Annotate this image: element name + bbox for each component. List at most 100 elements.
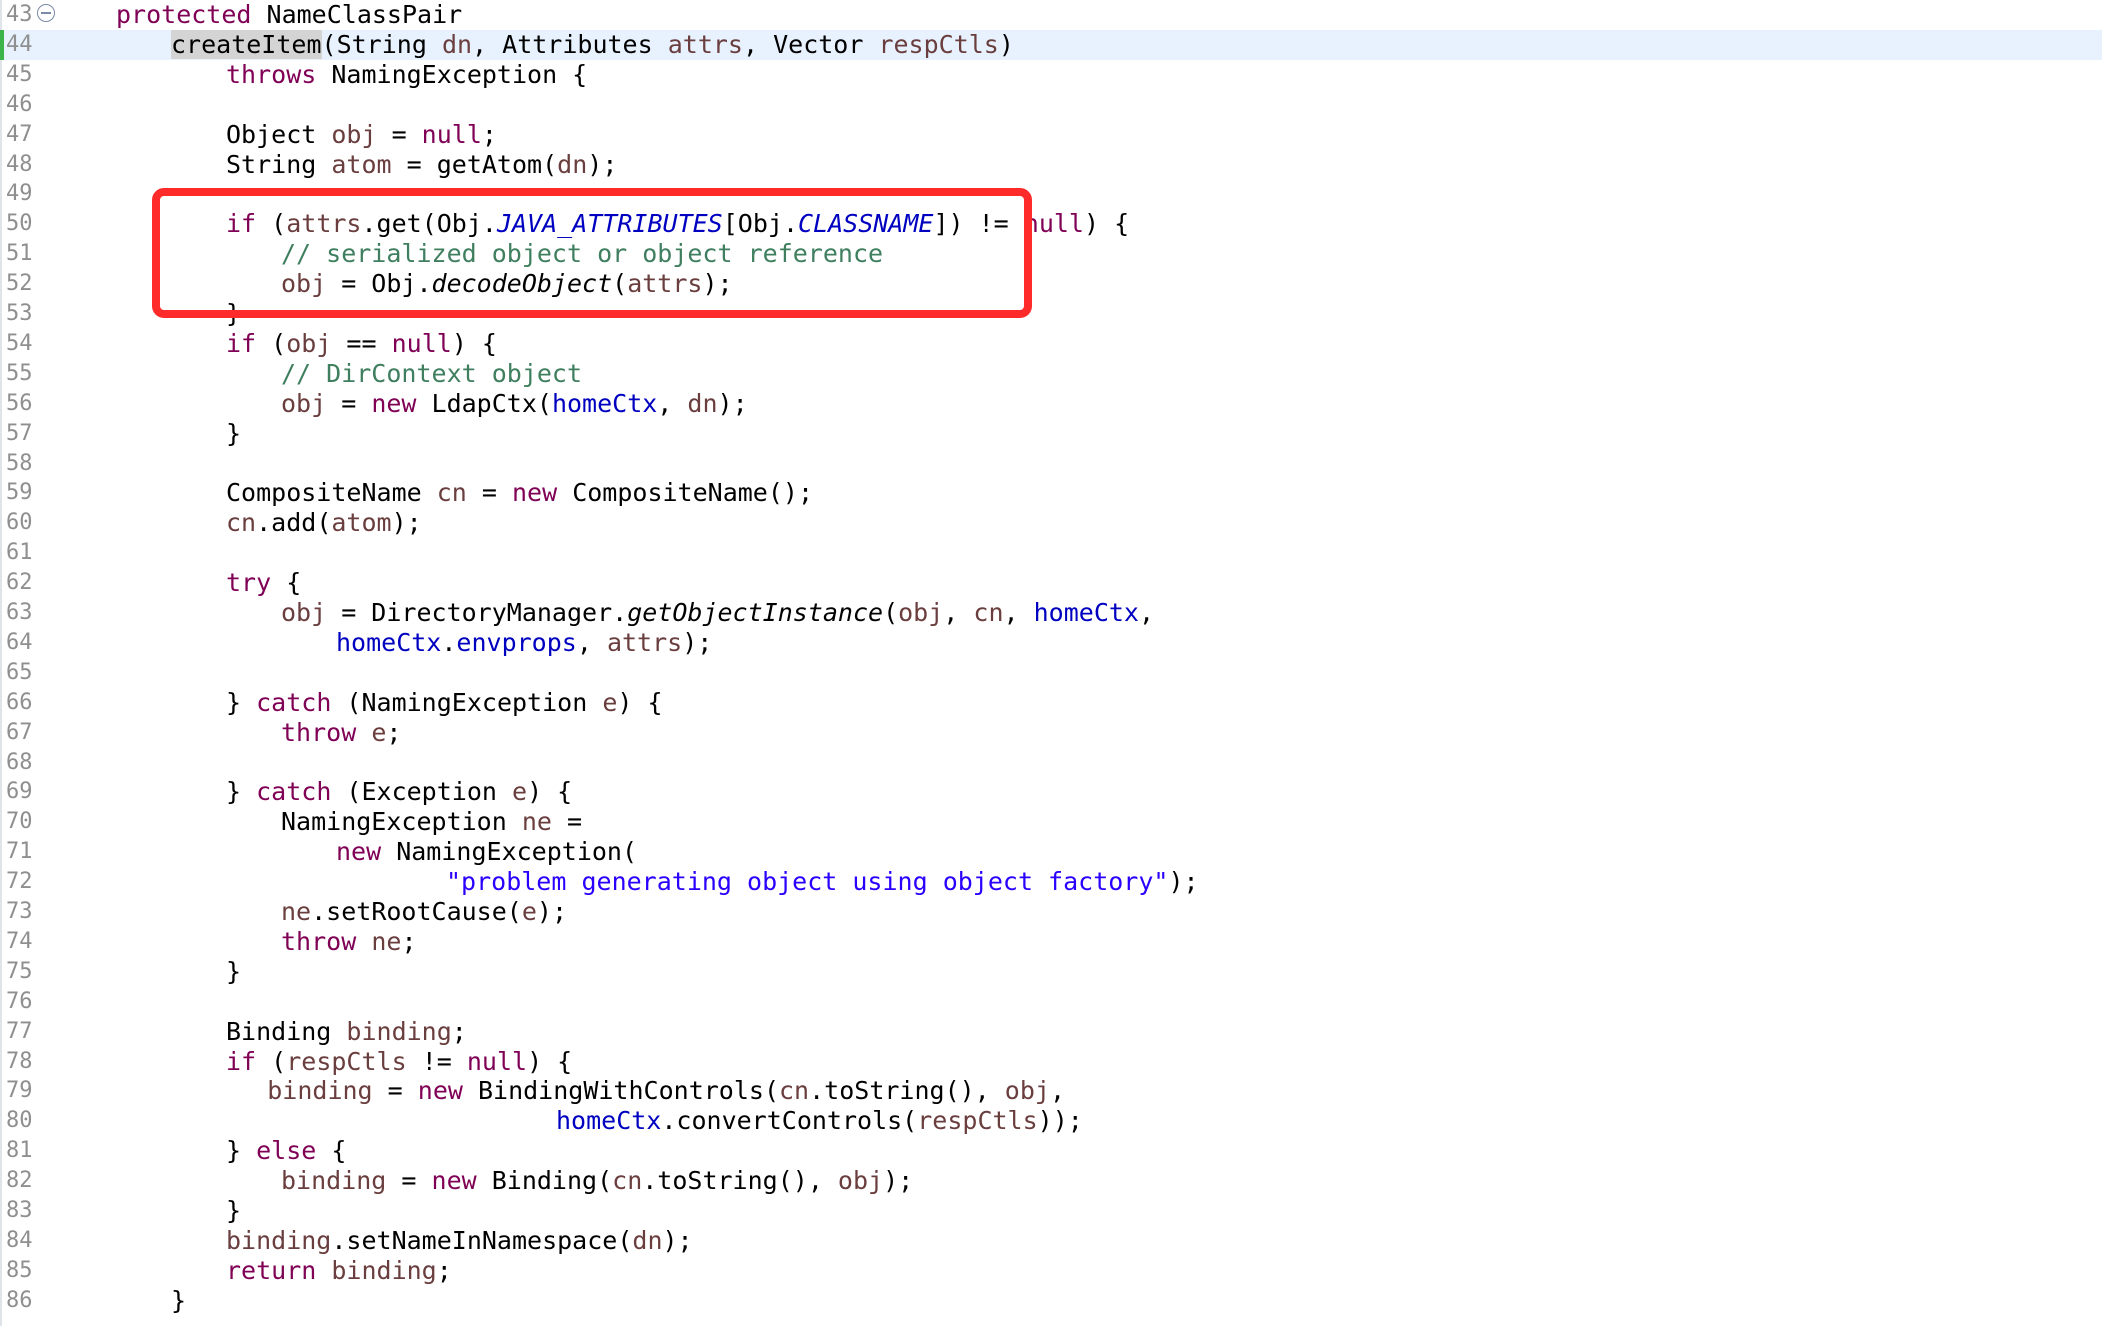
line-number: 71 (6, 839, 33, 865)
code-line[interactable]: 78 if (respCtls != null) { (0, 1047, 2102, 1077)
code-token: .toString(), (809, 1076, 1005, 1106)
code-text[interactable]: } (226, 299, 241, 329)
code-line[interactable]: 71 new NamingException( (0, 837, 2102, 867)
code-line[interactable]: 70 NamingException ne = (0, 807, 2102, 837)
code-line[interactable]: 43 protected NameClassPair (0, 0, 2102, 30)
code-line[interactable]: 58 (0, 449, 2102, 479)
code-line[interactable]: 68 (0, 748, 2102, 778)
code-text[interactable]: "problem generating object using object … (446, 867, 1199, 897)
code-line[interactable]: 76 (0, 987, 2102, 1017)
code-line[interactable]: 59 CompositeName cn = new CompositeName()… (0, 478, 2102, 508)
code-line[interactable]: 72 "problem generating object using objec… (0, 867, 2102, 897)
code-token: cn (436, 478, 467, 508)
code-line[interactable]: 49 (0, 179, 2102, 209)
code-line[interactable]: 64 homeCtx.envprops, attrs); (0, 628, 2102, 658)
code-line[interactable]: 84 binding.setNameInNamespace(dn); (0, 1226, 2102, 1256)
code-token: ; (386, 717, 402, 747)
code-text[interactable]: NamingException ne = (281, 807, 582, 837)
code-line[interactable]: 47 Object obj = null; (0, 120, 2102, 150)
code-text[interactable]: throws NamingException { (226, 60, 587, 90)
code-token: .setNameInNamespace( (331, 1225, 633, 1255)
code-line[interactable]: 82 binding = new Binding(cn.toString(), o… (0, 1166, 2102, 1196)
code-line[interactable]: 69} catch (Exception e) { (0, 777, 2102, 807)
code-text[interactable]: CompositeName cn = new CompositeName(); (226, 478, 813, 508)
code-line[interactable]: 57} (0, 419, 2102, 449)
code-text[interactable]: binding.setNameInNamespace(dn); (226, 1226, 693, 1256)
code-token: String (226, 149, 332, 179)
code-line[interactable]: 54 if (obj == null) { (0, 329, 2102, 359)
code-line[interactable]: 65 (0, 658, 2102, 688)
code-text[interactable]: if (attrs.get(Obj.JAVA_ATTRIBUTES[Obj.CL… (226, 209, 1129, 239)
code-text[interactable]: } (226, 957, 241, 987)
code-text[interactable]: obj = new LdapCtx(homeCtx, dn); (281, 389, 748, 419)
code-token: Object (226, 119, 332, 149)
code-text[interactable]: ne.setRootCause(e); (281, 897, 567, 927)
code-text[interactable]: if (respCtls != null) { (226, 1047, 572, 1077)
code-line[interactable]: 86} (0, 1286, 2102, 1316)
code-line[interactable]: 53} (0, 299, 2102, 329)
code-line[interactable]: 48 String atom = getAtom(dn); (0, 150, 2102, 180)
code-text[interactable]: } (171, 1286, 186, 1316)
code-text[interactable]: Binding binding; (226, 1017, 467, 1047)
code-text[interactable]: new NamingException( (336, 837, 637, 867)
code-line[interactable]: 79 binding = new BindingWithControls(cn.t… (0, 1076, 2102, 1106)
code-line[interactable]: 85 return binding; (0, 1256, 2102, 1286)
code-text[interactable]: // serialized object or object reference (281, 239, 883, 269)
code-line[interactable]: 60 cn.add(atom); (0, 508, 2102, 538)
code-line[interactable]: 63 obj = DirectoryManager.getObjectInstan… (0, 598, 2102, 628)
code-line[interactable]: 74 throw ne; (0, 927, 2102, 957)
code-text[interactable]: binding = new BindingWithControls(cn.toS… (267, 1076, 1065, 1106)
code-line[interactable]: 46 (0, 90, 2102, 120)
code-line[interactable]: 45 throws NamingException { (0, 60, 2102, 90)
code-line[interactable]: 66} catch (NamingException e) { (0, 688, 2102, 718)
code-token: homeCtx (1033, 598, 1139, 627)
code-text[interactable]: Object obj = null; (226, 120, 497, 150)
code-token: createItem (171, 29, 322, 59)
code-line[interactable]: 52 obj = Obj.decodeObject(attrs); (0, 269, 2102, 299)
code-text[interactable]: obj = DirectoryManager.getObjectInstance… (281, 598, 1154, 628)
code-text[interactable]: } catch (NamingException e) { (226, 688, 663, 718)
code-line[interactable]: 50 if (attrs.get(Obj.JAVA_ATTRIBUTES[Obj.… (0, 209, 2102, 239)
code-text[interactable]: // DirContext object (281, 359, 582, 389)
code-text[interactable]: } (226, 419, 241, 449)
code-line[interactable]: 56 obj = new LdapCtx(homeCtx, dn); (0, 389, 2102, 419)
code-line[interactable]: 51 // serialized object or object referen… (0, 239, 2102, 269)
code-line[interactable]: 81} else { (0, 1136, 2102, 1166)
code-text[interactable]: createItem(String dn, Attributes attrs, … (171, 29, 1014, 60)
code-text[interactable]: throw ne; (281, 927, 417, 957)
code-text[interactable]: cn.add(atom); (226, 508, 422, 538)
code-text[interactable]: } catch (Exception e) { (226, 777, 572, 807)
collapse-circle-icon[interactable] (37, 4, 55, 22)
code-line[interactable]: 77 Binding binding; (0, 1017, 2102, 1047)
code-token: attrs (667, 29, 743, 59)
code-line[interactable]: 80 homeCtx.convertControls(respCtls)); (0, 1106, 2102, 1136)
code-text[interactable]: binding = new Binding(cn.toString(), obj… (281, 1166, 913, 1196)
code-editor[interactable]: 43 protected NameClassPair 44 createItem(St… (0, 0, 2102, 1326)
code-line[interactable]: 73 ne.setRootCause(e); (0, 897, 2102, 927)
line-number: 55 (6, 360, 33, 386)
code-token: , (576, 627, 607, 657)
code-text[interactable]: throw e; (281, 718, 401, 748)
code-token: . (441, 627, 457, 657)
code-token: new (511, 478, 558, 508)
code-line[interactable]: 61 (0, 538, 2102, 568)
code-line[interactable]: 62 try { (0, 568, 2102, 598)
code-line[interactable]: 55 // DirContext object (0, 359, 2102, 389)
code-text[interactable]: homeCtx.convertControls(respCtls)); (556, 1106, 1083, 1136)
code-line[interactable]: 75} (0, 957, 2102, 987)
code-text[interactable]: } else { (226, 1136, 346, 1166)
code-line[interactable]: 67 throw e; (0, 718, 2102, 748)
code-text[interactable]: } (226, 1196, 241, 1226)
code-text[interactable]: String atom = getAtom(dn); (226, 150, 617, 180)
code-text[interactable]: protected NameClassPair (116, 0, 462, 30)
code-text[interactable]: try { (226, 568, 301, 598)
code-text[interactable]: if (obj == null) { (226, 329, 497, 359)
code-text[interactable]: homeCtx.envprops, attrs); (336, 628, 712, 658)
code-token: ; (401, 926, 417, 956)
code-line[interactable]: 83} (0, 1196, 2102, 1226)
code-text[interactable]: obj = Obj.decodeObject(attrs); (281, 269, 733, 299)
code-line[interactable]: 44 createItem(String dn, Attributes attrs… (0, 29, 2102, 60)
code-token: = (551, 807, 583, 837)
code-token: ); (1168, 867, 1199, 897)
code-text[interactable]: return binding; (226, 1256, 452, 1286)
